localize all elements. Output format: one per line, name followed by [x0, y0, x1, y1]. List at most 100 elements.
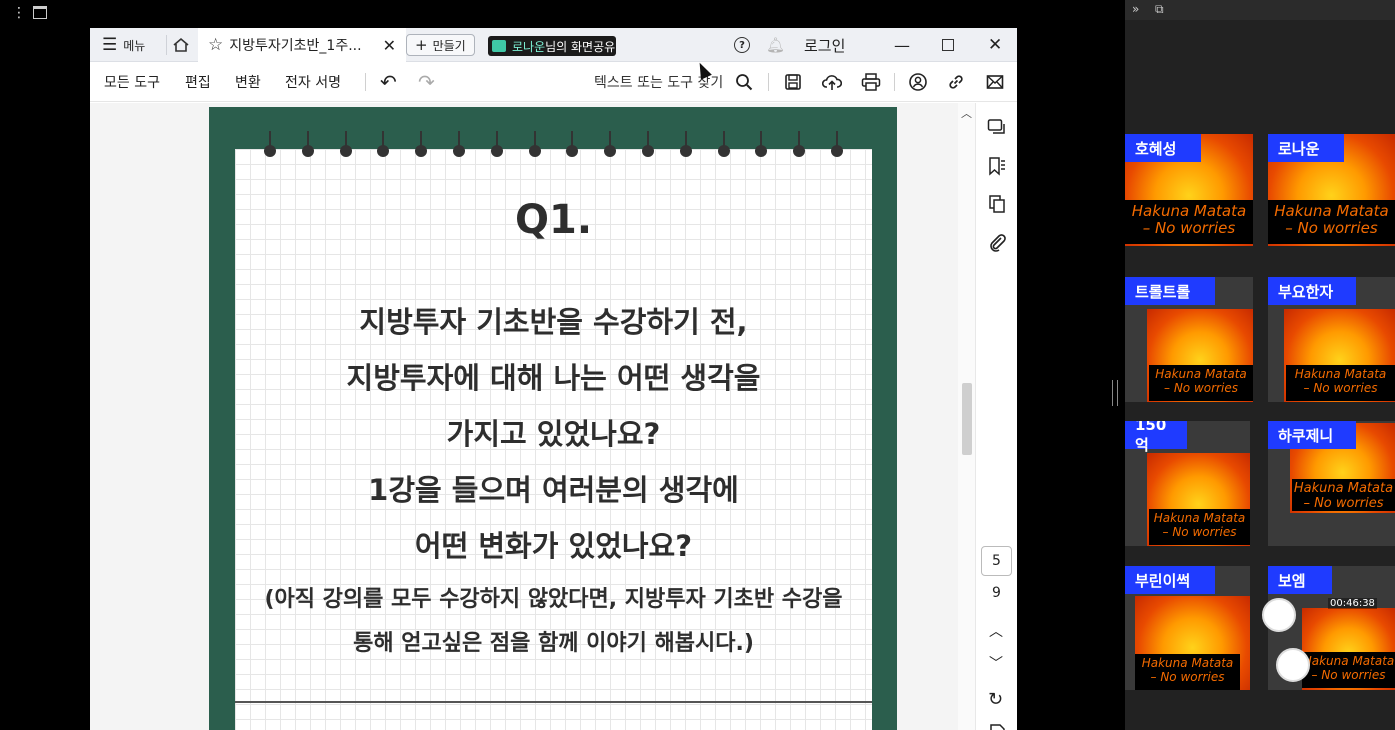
- bookmark-icon[interactable]: [986, 155, 1008, 177]
- refresh-icon[interactable]: ↻: [988, 689, 1003, 710]
- spiral-ring: [831, 131, 843, 159]
- spiral-ring: [793, 131, 806, 159]
- search-icon[interactable]: [735, 62, 753, 102]
- caption-line: – No worries: [1142, 219, 1236, 238]
- participant-name: 부린이썩: [1125, 566, 1215, 594]
- hakuna-matata-caption: Hakuna Matata – No worries: [1125, 200, 1253, 244]
- save-icon[interactable]: [784, 62, 802, 102]
- divider: [166, 35, 167, 55]
- new-tab-button[interactable]: + 만들기: [406, 34, 475, 56]
- vertical-scrollbar[interactable]: ︿: [958, 103, 975, 730]
- question-line: 지방투자에 대해 나는 어떤 생각을: [346, 361, 761, 395]
- hakuna-matata-caption: Hakuna Matata – No worries: [1149, 509, 1250, 545]
- share-user-icon[interactable]: [908, 62, 928, 102]
- edit-button[interactable]: 편집: [185, 62, 211, 102]
- document-tab[interactable]: ☆ 지방투자기초반_1주... ✕: [198, 28, 406, 62]
- collapse-panel-icon[interactable]: »: [1132, 2, 1139, 16]
- home-button[interactable]: [172, 28, 190, 62]
- participant-name: 하쿠제니: [1268, 421, 1356, 449]
- spiral-ring: [339, 131, 352, 159]
- star-icon[interactable]: ☆: [208, 35, 223, 55]
- participant-tile[interactable]: Hakuna Matata – No worries 150억: [1125, 421, 1250, 546]
- help-icon: ?: [734, 37, 750, 53]
- copy-pages-icon[interactable]: [986, 193, 1008, 215]
- edit-label: 편집: [185, 75, 211, 91]
- attachment-icon[interactable]: [986, 231, 1008, 253]
- screen-share-icon: [492, 40, 506, 52]
- window-icon[interactable]: [33, 6, 47, 19]
- menu-button[interactable]: ☰ 메뉴: [102, 28, 145, 62]
- document-viewport[interactable]: Q1. 지방투자 기초반을 수강하기 전, 지방투자에 대해 나는 어떤 생각을…: [90, 103, 975, 730]
- caption-line: Hakuna Matata: [1274, 202, 1389, 220]
- participant-name: 150억: [1125, 421, 1187, 454]
- current-page-input[interactable]: 5: [981, 546, 1012, 576]
- maximize-icon[interactable]: [942, 28, 954, 62]
- convert-button[interactable]: 변환: [235, 62, 261, 102]
- esign-button[interactable]: 전자 서명: [285, 62, 341, 102]
- participant-name: 부요한자: [1268, 277, 1356, 305]
- participant-name: 보엠: [1268, 566, 1332, 594]
- page-bottom-rule: [235, 701, 872, 703]
- hakuna-matata-caption: Hakuna Matata – No worries: [1149, 365, 1253, 401]
- participant-name: 호혜성: [1125, 134, 1201, 162]
- mail-icon[interactable]: [986, 62, 1004, 102]
- caption-line: Hakuna Matata: [1155, 367, 1247, 381]
- scroll-up-icon[interactable]: ︿: [961, 105, 972, 121]
- kebab-menu-icon[interactable]: ⋮: [12, 5, 26, 21]
- total-pages: 9: [981, 585, 1012, 601]
- pdf-viewer-window: ☰ 메뉴 ☆ 지방투자기초반_1주... ✕ + 만들기 ? 🔔︎ 로그인 — …: [90, 28, 1017, 730]
- bell-icon[interactable]: 🔔︎: [766, 28, 785, 62]
- participant-tile[interactable]: Hakuna Matata – No worries 부린이썩: [1125, 566, 1250, 690]
- note-line: (아직 강의를 모두 수강하지 않았다면, 지방투자 기초반 수강을: [264, 587, 843, 612]
- scroll-thumb[interactable]: [962, 383, 972, 455]
- hakuna-matata-caption: Hakuna Matata – No worries: [1302, 652, 1395, 688]
- new-tab-label: 만들기: [432, 38, 466, 53]
- help-button[interactable]: ?: [734, 28, 750, 62]
- note-line: 통해 얻고싶은 점을 함께 이야기 해봅시다.): [353, 631, 754, 656]
- close-tab-icon[interactable]: ✕: [383, 36, 396, 55]
- caption-line: Hakuna Matata: [1153, 511, 1246, 525]
- window-close-icon[interactable]: ✕: [988, 28, 1002, 62]
- panel-resize-handle[interactable]: [1112, 380, 1118, 406]
- participant-name: 로나운: [1268, 134, 1344, 162]
- participant-tile[interactable]: Hakuna Matata – No worries 부요한자: [1268, 277, 1395, 402]
- question-line: 1강을 들으며 여러분의 생각에: [368, 473, 739, 507]
- spiral-ring: [642, 131, 654, 159]
- login-button[interactable]: 로그인: [804, 28, 845, 62]
- toolbar: 모든 도구 편집 변환 전자 서명 ↶ ↷ 텍스트 또는 도구 찾기: [90, 62, 1017, 102]
- esign-label: 전자 서명: [285, 75, 341, 91]
- menu-label: 메뉴: [123, 38, 146, 53]
- hakuna-matata-caption: Hakuna Matata – No worries: [1286, 365, 1395, 401]
- question-line: 가지고 있었나요?: [446, 417, 661, 451]
- question-line: 지방투자 기초반을 수강하기 전,: [359, 305, 748, 339]
- video-panel-header: » ⧉: [1125, 0, 1395, 20]
- popout-icon[interactable]: ⧉: [1155, 2, 1164, 17]
- spiral-ring: [301, 131, 314, 159]
- caption-line: Hakuna Matata: [1131, 202, 1247, 220]
- caption-line: – No worries: [1311, 667, 1386, 682]
- upload-cloud-icon[interactable]: [822, 62, 842, 102]
- comment-icon[interactable]: [986, 117, 1008, 139]
- question-line: 어떤 변화가 있었나요?: [414, 529, 693, 563]
- spiral-ring: [566, 131, 579, 159]
- participant-tile[interactable]: Hakuna Matata – No worries 하쿠제니: [1268, 421, 1395, 546]
- divider: [365, 73, 366, 91]
- total-pages-value: 9: [992, 585, 1001, 601]
- redo-icon[interactable]: ↷: [418, 62, 435, 102]
- share-user: 로나운: [512, 39, 546, 54]
- question-heading: Q1.: [514, 197, 593, 243]
- page-settings-icon[interactable]: [988, 723, 1008, 730]
- all-tools-button[interactable]: 모든 도구: [104, 62, 160, 102]
- link-icon[interactable]: [947, 62, 965, 102]
- hamburger-icon: ☰: [102, 35, 118, 55]
- next-page-icon[interactable]: ﹀: [989, 653, 1003, 673]
- participant-tile[interactable]: Hakuna Matata – No worries 호혜성: [1125, 134, 1253, 246]
- prev-page-icon[interactable]: ︿: [989, 621, 1003, 641]
- spiral-ring: [377, 131, 390, 159]
- participant-tile[interactable]: Hakuna Matata – No worries 트롤트롤: [1125, 277, 1253, 402]
- print-icon[interactable]: [861, 62, 881, 102]
- spiral-ring: [490, 131, 503, 159]
- undo-icon[interactable]: ↶: [380, 62, 397, 102]
- participant-tile[interactable]: Hakuna Matata – No worries 로나운: [1268, 134, 1395, 246]
- minimize-icon[interactable]: —: [894, 28, 910, 62]
